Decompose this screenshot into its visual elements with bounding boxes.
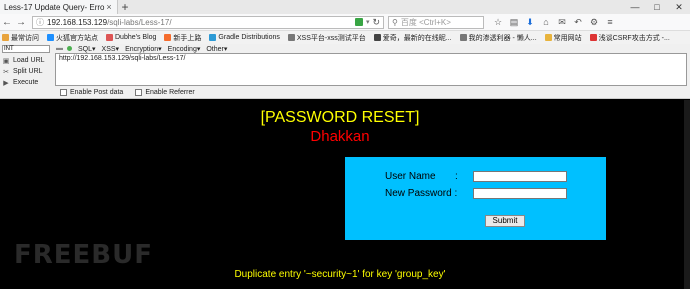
load-url-icon: ▣ — [2, 57, 10, 65]
bookmark-item[interactable]: 新手上路 — [164, 33, 201, 43]
execute-button[interactable]: ▶ Execute — [2, 77, 50, 88]
new-password-field[interactable] — [473, 188, 567, 199]
bookmark-favicon-icon — [589, 34, 597, 41]
page-content: [PASSWORD RESET] Dhakkan User Name : New… — [0, 100, 690, 289]
menu-xss[interactable]: XSS▾ — [102, 45, 120, 53]
bookmark-favicon-icon — [106, 34, 113, 41]
checkbox-icon — [60, 89, 67, 96]
hackbar-separator: ▬ — [56, 45, 63, 52]
chevron-down-icon[interactable]: ▾ — [366, 18, 370, 26]
password-reset-form: User Name : New Password : Submit — [345, 157, 606, 240]
bookmark-item[interactable]: 我的渗透利器 - 懒人... — [459, 33, 537, 43]
execute-icon: ▶ — [3, 79, 9, 87]
menu-encoding[interactable]: Encoding▾ — [168, 45, 201, 53]
search-input[interactable]: ⚲ 百度 <Ctrl+K> — [388, 15, 484, 29]
url-host: 192.168.153.129 — [47, 17, 108, 27]
bookmark-favicon-icon — [209, 34, 217, 41]
checkbox-icon — [135, 89, 143, 96]
page-title: [PASSWORD RESET] — [260, 109, 420, 126]
bookmarks-bar: 最常访问 火狐官方站点 Dubhe's Blog 新手上路 Gradle Dis… — [0, 31, 690, 44]
window-controls: — □ ✕ — [624, 0, 690, 14]
url-bar[interactable]: ⓘ 192.168.153.129/sqli-labs/Less-17/ ▾ ↻ — [32, 15, 384, 29]
bookmark-item[interactable]: 浅谈CSRF攻击方式 -... — [589, 33, 670, 43]
status-dot-icon — [67, 46, 72, 51]
watermark-logo: FREEBUF — [14, 240, 153, 270]
url-text[interactable]: 192.168.153.129/sqli-labs/Less-17/ — [47, 18, 353, 27]
username-label: User Name : — [385, 171, 458, 182]
tab-title: Less-17 Update Query- Erro... — [4, 2, 105, 12]
scrollbar[interactable] — [684, 100, 690, 289]
menu-sql[interactable]: SQL▾ — [78, 45, 96, 53]
enable-post-data-checkbox[interactable]: Enable Post data — [60, 89, 123, 96]
username-field[interactable] — [473, 171, 567, 182]
enable-referrer-checkbox[interactable]: Enable Referrer — [135, 89, 195, 96]
close-window-button[interactable]: ✕ — [668, 0, 690, 14]
tab-active[interactable]: Less-17 Update Query- Erro... × — [0, 0, 118, 14]
menu-encryption[interactable]: Encryption▾ — [125, 45, 162, 53]
minimize-button[interactable]: — — [624, 0, 646, 14]
close-tab-icon[interactable]: × — [105, 2, 113, 12]
bookmark-item[interactable]: 最常访问 — [2, 33, 39, 43]
toolbar-icons: ☆ ▤ ⬇ ⌂ ✉ ↶ ⚙ ≡ — [490, 17, 618, 28]
bookmark-favicon-icon — [164, 34, 172, 41]
search-placeholder: 百度 <Ctrl+K> — [400, 17, 451, 27]
submit-button[interactable]: Submit — [485, 215, 525, 227]
hackbar-url-textarea[interactable]: http://192.168.153.129/sqli-labs/Less-17… — [55, 53, 687, 86]
back-button[interactable]: ← — [0, 17, 14, 28]
gear-icon[interactable]: ⚙ — [586, 17, 602, 28]
bookmark-item[interactable]: Gradle Distributions — [209, 34, 280, 41]
tab-strip: Less-17 Update Query- Erro... × + — □ ✕ — [0, 0, 690, 14]
bookmark-favicon-icon — [47, 34, 54, 41]
bookmark-favicon-icon — [2, 34, 9, 41]
search-icon: ⚲ — [392, 17, 398, 27]
star-icon[interactable]: ☆ — [490, 17, 506, 28]
url-path: /sqli-labs/Less-17/ — [107, 17, 172, 27]
refresh-icon[interactable]: ↻ — [372, 17, 380, 28]
bookmark-item[interactable]: 爱奇，最新的在线昵... — [373, 33, 452, 43]
bookmark-favicon-icon — [373, 34, 381, 41]
clipboard-icon[interactable]: ▤ — [506, 17, 522, 28]
bookmark-item[interactable]: 常用网站 — [544, 33, 582, 43]
hackbar-toolbar: INT ▬ SQL▾ XSS▾ Encryption▾ Encoding▾ Ot… — [0, 44, 690, 53]
chat-icon[interactable]: ✉ — [554, 17, 570, 28]
page-subtitle: Dhakkan — [310, 128, 370, 145]
password-label: New Password : — [385, 188, 458, 199]
bookmark-item[interactable]: Dubhe's Blog — [106, 34, 156, 41]
hackbar-options: Enable Post data Enable Referrer — [60, 89, 207, 96]
info-icon[interactable]: ⓘ — [36, 17, 44, 28]
bookmark-favicon-icon — [287, 34, 295, 41]
new-tab-button[interactable]: + — [118, 0, 132, 14]
hackbar-panel: INT ▬ SQL▾ XSS▾ Encryption▾ Encoding▾ Ot… — [0, 44, 690, 99]
load-url-button[interactable]: ▣ Load URL — [2, 55, 50, 66]
bookmark-item[interactable]: XSS平台-xss测试平台 — [287, 33, 366, 43]
maximize-button[interactable]: □ — [646, 0, 668, 14]
bookmark-favicon-icon — [459, 34, 467, 41]
folder-icon — [544, 34, 552, 41]
error-message: Duplicate entry '~security~1' for key 'g… — [234, 269, 446, 280]
split-url-button[interactable]: ✂ Split URL — [2, 66, 50, 77]
undo-icon[interactable]: ↶ — [570, 17, 586, 28]
menu-icon[interactable]: ≡ — [602, 17, 618, 28]
download-icon[interactable]: ⬇ — [522, 17, 538, 28]
bookmark-item[interactable]: 火狐官方站点 — [47, 33, 98, 43]
navigation-bar: ← → ⓘ 192.168.153.129/sqli-labs/Less-17/… — [0, 14, 690, 31]
home-icon[interactable]: ⌂ — [538, 17, 554, 28]
split-url-icon: ✂ — [3, 68, 9, 76]
shield-icon[interactable] — [354, 18, 363, 26]
forward-button[interactable]: → — [14, 17, 28, 28]
hackbar-type-select[interactable]: INT — [2, 44, 50, 53]
hackbar-actions: ▣ Load URL ✂ Split URL ▶ Execute — [2, 55, 50, 88]
menu-other[interactable]: Other▾ — [206, 45, 227, 53]
